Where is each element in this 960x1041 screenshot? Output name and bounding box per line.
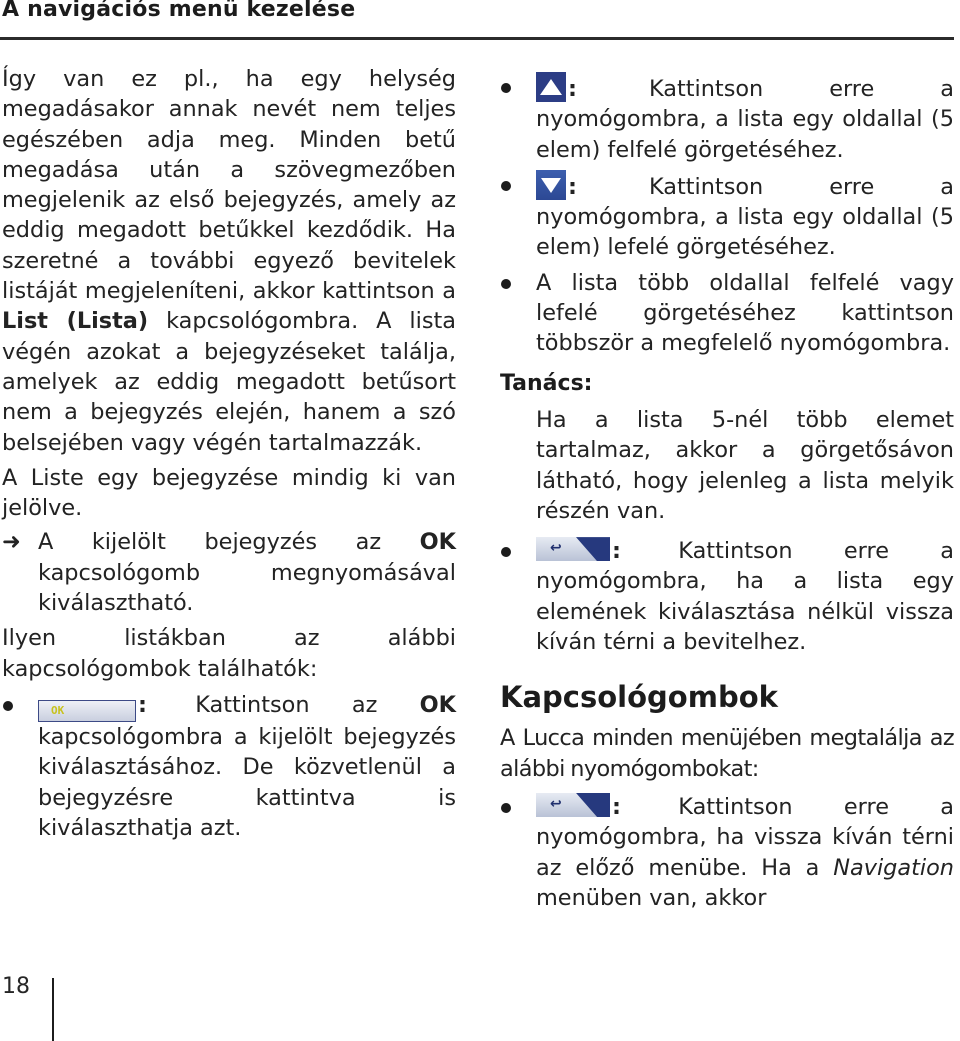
right-column: : Kattintson erre a nyomógombra, a lista… bbox=[500, 72, 955, 913]
ok-bullet-text-1: Kattintson az bbox=[195, 691, 420, 718]
colon: : bbox=[568, 173, 577, 200]
page-number: 18 bbox=[2, 974, 30, 999]
arrow-up-icon bbox=[536, 72, 566, 102]
ok-reference: OK bbox=[419, 529, 456, 556]
bullet-icon bbox=[501, 83, 511, 93]
multi-page-bullet: A lista több oldallal felfelé vagy lefel… bbox=[500, 268, 954, 359]
ok-button-icon: OK bbox=[38, 699, 136, 722]
back-to-input-bullet: ↩: Kattintson erre a nyomógombra, ha a l… bbox=[500, 536, 954, 657]
bullet-icon bbox=[501, 802, 511, 813]
bullet-icon bbox=[501, 278, 511, 289]
intro-paragraph: Így van ez pl., ha egy helység megadásak… bbox=[2, 64, 456, 458]
scroll-down-text: Kattintson erre a nyomógombra, a lista e… bbox=[536, 173, 954, 261]
result-text-2: kapcsológomb megnyomásával kiválasztható… bbox=[38, 559, 456, 617]
page-title: A navigációs menü kezelése bbox=[2, 0, 356, 22]
arrow-down-icon bbox=[536, 169, 566, 200]
result-step: ➜ A kijelölt bejegyzés az OK kapcsológom… bbox=[2, 527, 456, 618]
colon: : bbox=[612, 793, 621, 820]
tip-text: Ha a lista 5-nél több elemet tartalmaz, … bbox=[536, 406, 954, 524]
scroll-down-bullet: : Kattintson erre a nyomógombra, a lista… bbox=[500, 169, 954, 263]
tip-heading: Tanács: bbox=[500, 370, 593, 396]
left-column: Így van ez pl., ha egy helység megadásak… bbox=[2, 64, 456, 843]
scroll-up-bullet: : Kattintson erre a nyomógombra, a lista… bbox=[500, 72, 954, 165]
scroll-up-text: Kattintson erre a nyomógombra, a lista e… bbox=[536, 76, 954, 163]
selected-entry-paragraph: A Liste egy bejegyzése mindig ki van jel… bbox=[2, 464, 456, 522]
colon: : bbox=[138, 691, 147, 718]
bullet-icon bbox=[501, 547, 511, 558]
list-button-reference: List (Lista) bbox=[2, 308, 149, 335]
bullet-icon bbox=[3, 700, 13, 711]
title-divider bbox=[0, 37, 954, 40]
back-to-menu-bullet: ↩: Kattintson erre a nyomógombra, ha vis… bbox=[500, 792, 954, 913]
colon: : bbox=[612, 538, 621, 565]
result-text-1: A kijelölt bejegyzés az bbox=[38, 529, 420, 556]
back-icon: ↩ bbox=[536, 537, 610, 562]
ok-button-bullet: OK: Kattintson az OK kapcsológombra a ki… bbox=[2, 690, 456, 843]
back-icon: ↩ bbox=[536, 792, 610, 817]
colon: : bbox=[568, 76, 577, 102]
section-intro: A Lucca minden menüjében megtalálja az a… bbox=[500, 725, 955, 782]
bullet-icon bbox=[501, 180, 511, 191]
section-title: Kapcsológombok bbox=[500, 680, 778, 715]
intro-text-1: Így van ez pl., ha egy helység megadásak… bbox=[2, 66, 456, 305]
navigation-menu-reference: Navigation bbox=[833, 854, 954, 881]
back-to-menu-text-2: menüben van, akkor bbox=[536, 884, 767, 911]
ok-reference: OK bbox=[419, 691, 456, 718]
ok-bullet-text-2: kapcsológombra a kijelölt bejegyzés kivá… bbox=[38, 723, 456, 841]
arrow-right-icon: ➜ bbox=[2, 529, 21, 556]
footer-divider bbox=[52, 978, 54, 1041]
multi-page-text: A lista több oldallal felfelé vagy lefel… bbox=[536, 269, 954, 357]
buttons-intro: Ilyen listákban az alábbi kapcsológombok… bbox=[2, 625, 456, 682]
